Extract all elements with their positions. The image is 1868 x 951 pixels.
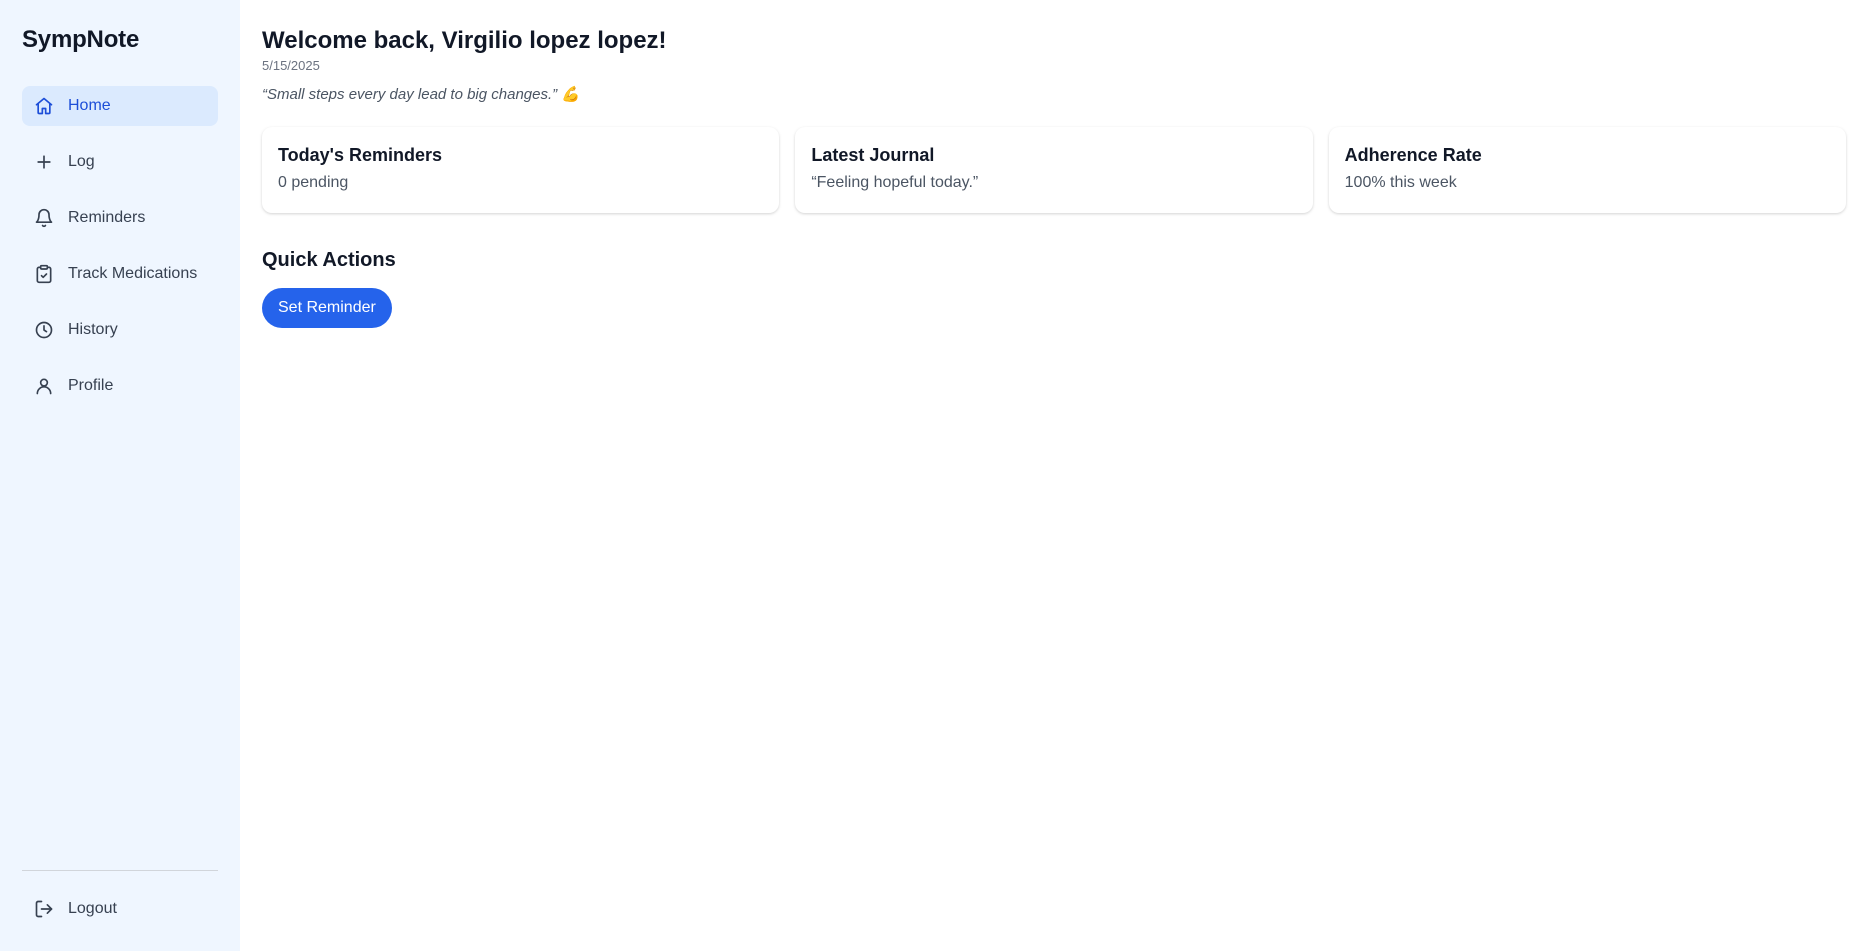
sidebar-nav: Home Log Reminders Track Medications His… (22, 86, 218, 406)
card-title: Adherence Rate (1344, 145, 1482, 165)
logout-label: Logout (68, 900, 117, 917)
sidebar-item-label: Reminders (68, 209, 146, 226)
sidebar-item-home[interactable]: Home (22, 86, 218, 126)
sidebar-item-label: History (68, 321, 118, 338)
sidebar-item-reminders[interactable]: Reminders (22, 198, 218, 238)
logout-button[interactable]: Logout (22, 889, 218, 929)
app-root: SympNote Home Log Reminders Track Medica… (0, 0, 1868, 951)
app-logo: SympNote (22, 26, 140, 53)
sidebar-item-label: Profile (68, 377, 114, 394)
sidebar: SympNote Home Log Reminders Track Medica… (0, 0, 240, 951)
sidebar-item-label: Track Medications (68, 265, 198, 282)
main-content: Welcome back, Virgilio lopez lopez! 5/15… (240, 0, 1868, 951)
sidebar-item-history[interactable]: History (22, 310, 218, 350)
plus-icon (34, 152, 54, 172)
clipboard-check-icon (34, 264, 54, 284)
set-reminder-button[interactable]: Set Reminder (262, 288, 392, 328)
card-value: 0 pending (278, 174, 349, 191)
sidebar-item-label: Log (68, 153, 95, 170)
clock-icon (34, 320, 54, 340)
sidebar-divider (22, 870, 218, 871)
home-icon (34, 96, 54, 116)
sidebar-item-track-medications[interactable]: Track Medications (22, 254, 218, 294)
current-date: 5/15/2025 (262, 58, 320, 73)
sidebar-item-profile[interactable]: Profile (22, 366, 218, 406)
card-todays-reminders[interactable]: Today's Reminders 0 pending (262, 127, 780, 213)
logout-icon (34, 899, 54, 919)
card-title: Today's Reminders (278, 145, 442, 165)
user-icon (34, 376, 54, 396)
card-adherence-rate[interactable]: Adherence Rate 100% this week (1328, 127, 1846, 213)
quick-actions-title: Quick Actions (262, 249, 396, 271)
sidebar-item-label: Home (68, 97, 111, 114)
card-latest-journal[interactable]: Latest Journal “Feeling hopeful today.” (795, 127, 1313, 213)
motivational-quote: “Small steps every day lead to big chang… (262, 86, 580, 103)
sidebar-item-log[interactable]: Log (22, 142, 218, 182)
page-title: Welcome back, Virgilio lopez lopez! (262, 27, 667, 54)
card-value: 100% this week (1344, 174, 1457, 191)
sidebar-footer: Logout (22, 870, 218, 929)
card-title: Latest Journal (811, 145, 935, 165)
bell-icon (34, 208, 54, 228)
summary-cards: Today's Reminders 0 pending Latest Journ… (262, 127, 1846, 213)
card-value: “Feeling hopeful today.” (811, 174, 979, 191)
